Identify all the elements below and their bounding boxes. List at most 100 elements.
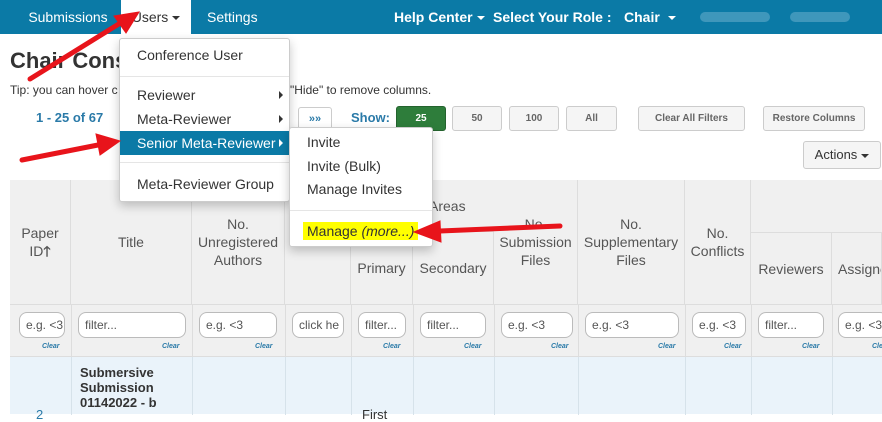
- nav-role-label: Chair: [624, 9, 660, 25]
- col-assigned[interactable]: Assigne: [832, 232, 882, 304]
- actions-label: Actions: [814, 147, 858, 162]
- filter-paper-id[interactable]: e.g. <3: [19, 312, 65, 338]
- menu-item-manage-invites[interactable]: Manage Invites: [290, 177, 432, 201]
- filter-submission-files[interactable]: e.g. <3: [501, 312, 573, 338]
- nav-users-label: Users: [131, 9, 169, 25]
- show-label: Show:: [351, 110, 390, 125]
- menu-item-invite[interactable]: Invite: [290, 130, 432, 154]
- divider: [832, 305, 833, 357]
- filter-title[interactable]: filter...: [78, 312, 186, 338]
- nav-users[interactable]: Users: [121, 0, 191, 34]
- menu-item-meta-reviewer-label: Meta-Reviewer: [137, 111, 232, 127]
- chevron-right-icon: [279, 139, 283, 147]
- filter-conflicts[interactable]: e.g. <3: [692, 312, 746, 338]
- clear-link[interactable]: Clear: [42, 343, 60, 350]
- tip-text: Tip: you can hover c: [10, 83, 118, 97]
- nav-role-dropdown[interactable]: Chair: [624, 0, 676, 34]
- menu-item-manage[interactable]: Manage (more...): [290, 219, 432, 243]
- page-size-all-button[interactable]: All: [566, 106, 617, 131]
- divider: [285, 357, 286, 415]
- menu-item-reviewer-label: Reviewer: [137, 87, 196, 103]
- chevron-right-icon: [279, 115, 283, 123]
- sort-up-icon: 🡑: [43, 243, 51, 259]
- redacted-user-name: [700, 12, 770, 22]
- redacted-user-menu[interactable]: [790, 12, 850, 22]
- clear-link[interactable]: Clear: [724, 343, 742, 350]
- paper-id-cell[interactable]: 2: [36, 407, 43, 422]
- divider: [71, 357, 72, 415]
- table-row[interactable]: 2 Submersive Submission 01142022 - b Fir…: [10, 356, 882, 422]
- filter-supplementary[interactable]: e.g. <3: [585, 312, 679, 338]
- menu-item-invite-bulk[interactable]: Invite (Bulk): [290, 154, 432, 178]
- divider: [751, 305, 752, 357]
- divider: [751, 357, 752, 415]
- menu-item-senior-meta-reviewer[interactable]: Senior Meta-Reviewer: [120, 131, 289, 155]
- filter-reviewers[interactable]: filter...: [758, 312, 824, 338]
- divider: [351, 357, 352, 415]
- filter-blank[interactable]: click he: [292, 312, 344, 338]
- divider: [285, 305, 286, 357]
- col-paper-id[interactable]: Paper ID🡑: [10, 180, 71, 304]
- col-paper-id-label: Paper ID: [21, 225, 59, 259]
- clear-link[interactable]: Clear: [802, 343, 820, 350]
- tip-text-suffix: "Hide" to remove columns.: [290, 83, 432, 97]
- divider: [578, 357, 579, 415]
- clear-link[interactable]: Clear: [383, 343, 401, 350]
- col-supplementary-files[interactable]: No. Supplementary Files: [578, 180, 685, 304]
- nav-submissions[interactable]: Submissions: [18, 0, 118, 34]
- menu-item-meta-reviewer-group[interactable]: Meta-Reviewer Group: [120, 172, 289, 196]
- filter-assigned[interactable]: e.g. <3: [838, 312, 882, 338]
- filter-primary[interactable]: filter...: [358, 312, 406, 338]
- clear-link[interactable]: Clear: [464, 343, 482, 350]
- arrow-head-icon: [95, 133, 122, 156]
- divider: [832, 357, 833, 415]
- col-areas-label: Areas: [429, 197, 466, 214]
- page-size-50-button[interactable]: 50: [452, 106, 502, 131]
- result-range: 1 - 25 of 67: [36, 110, 104, 125]
- col-reviewers[interactable]: Reviewers: [751, 232, 832, 304]
- chevron-down-icon: [861, 153, 870, 158]
- nav-help-center[interactable]: Help Center: [394, 0, 485, 34]
- clear-link[interactable]: Clear: [551, 343, 569, 350]
- page-size-100-button[interactable]: 100: [509, 106, 559, 131]
- clear-link[interactable]: Clear: [872, 343, 882, 350]
- actions-button[interactable]: Actions: [803, 141, 881, 169]
- chevron-down-icon: [172, 16, 181, 21]
- highlighted-manage-link: Manage (more...): [303, 222, 419, 240]
- restore-columns-button[interactable]: Restore Columns: [763, 106, 865, 131]
- arrow-to-senior-meta-reviewer: [19, 142, 101, 163]
- more-label: (more...): [361, 223, 415, 239]
- filter-secondary[interactable]: filter...: [420, 312, 486, 338]
- divider: [578, 305, 579, 357]
- chevron-down-icon: [667, 16, 676, 21]
- nav-help-center-label: Help Center: [394, 9, 473, 25]
- divider: [351, 305, 352, 357]
- divider: [413, 305, 414, 357]
- col-submission-files[interactable]: No. Submission Files: [494, 180, 578, 304]
- divider: [71, 305, 72, 357]
- manage-label: Manage: [307, 223, 358, 239]
- divider: [494, 357, 495, 415]
- top-nav: Submissions Users Settings Help Center S…: [0, 0, 882, 34]
- menu-item-reviewer[interactable]: Reviewer: [120, 83, 289, 107]
- users-dropdown-menu: Conference User Reviewer Meta-Reviewer S…: [119, 38, 290, 202]
- filter-row: e.g. <3 Clear filter... Clear e.g. <3 Cl…: [10, 304, 882, 357]
- nav-settings[interactable]: Settings: [207, 0, 258, 34]
- clear-link[interactable]: Clear: [658, 343, 676, 350]
- title-cell: Submersive Submission 01142022 - b: [80, 365, 157, 410]
- menu-item-meta-reviewer[interactable]: Meta-Reviewer: [120, 107, 289, 131]
- filter-unregistered[interactable]: e.g. <3: [199, 312, 277, 338]
- page-title: Chair Cons: [10, 48, 128, 73]
- clear-link[interactable]: Clear: [162, 343, 180, 350]
- clear-all-filters-button[interactable]: Clear All Filters: [638, 106, 745, 131]
- menu-item-conference-user[interactable]: Conference User: [120, 43, 289, 67]
- divider: [494, 305, 495, 357]
- menu-item-senior-meta-reviewer-label: Senior Meta-Reviewer: [137, 135, 276, 151]
- nav-select-role-label: Select Your Role :: [493, 9, 612, 25]
- clear-link[interactable]: Clear: [255, 343, 273, 350]
- chevron-right-icon: [279, 91, 283, 99]
- col-conflicts[interactable]: No. Conflicts: [685, 180, 751, 304]
- divider: [685, 357, 686, 415]
- divider: [192, 305, 193, 357]
- divider: [685, 305, 686, 357]
